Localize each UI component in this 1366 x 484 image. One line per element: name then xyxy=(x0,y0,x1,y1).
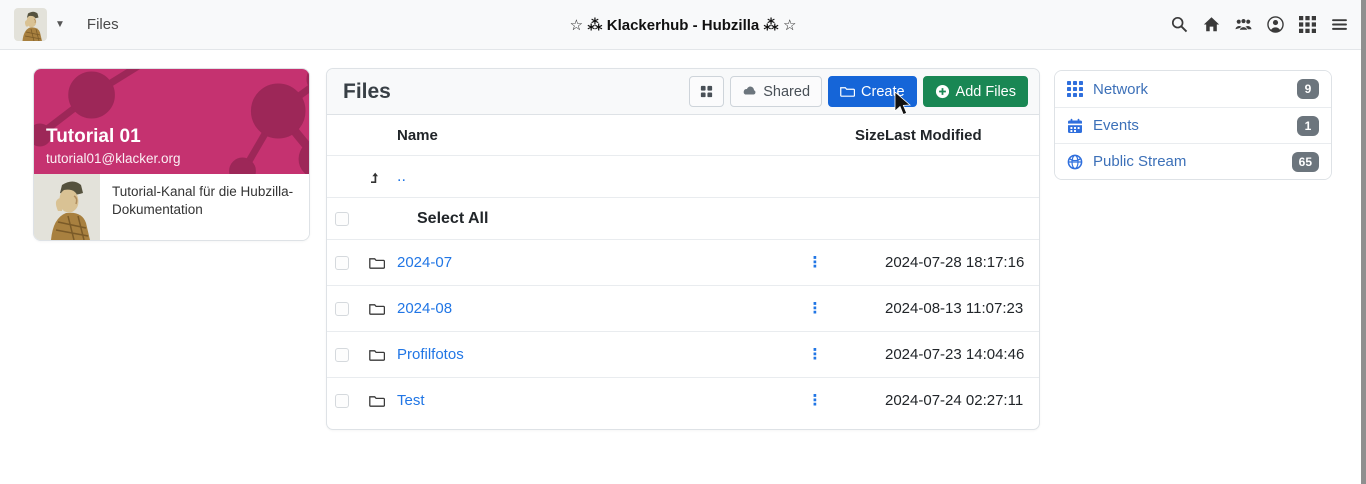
files-panel: Files Shared Create Add Files Name Size … xyxy=(326,68,1040,430)
file-modified: 2024-07-23 14:04:46 xyxy=(885,346,1025,363)
profile-card: Tutorial 01 tutorial01@klacker.org Tutor… xyxy=(33,68,310,241)
network-count-badge: 9 xyxy=(1297,79,1319,99)
folder-icon xyxy=(369,395,385,407)
column-modified: Last Modified xyxy=(885,126,982,144)
home-icon[interactable] xyxy=(1203,16,1220,33)
left-sidebar: Tutorial 01 tutorial01@klacker.org Tutor… xyxy=(33,68,310,241)
row-checkbox[interactable] xyxy=(335,347,349,362)
folder-link[interactable]: 2024-08 xyxy=(397,300,452,317)
profile-photo[interactable] xyxy=(34,174,100,240)
channel-name: Tutorial 01 xyxy=(46,126,141,148)
row-checkbox[interactable] xyxy=(335,301,349,316)
row-menu-icon[interactable]: ⋮ xyxy=(808,300,823,317)
sidebar-item-network[interactable]: Network 9 xyxy=(1055,71,1331,107)
globe-icon xyxy=(1067,154,1083,169)
folder-icon xyxy=(369,257,385,269)
menu-hamburger-icon[interactable] xyxy=(1331,16,1348,33)
file-row: 2024-07 ⋮ 2024-07-28 18:17:16 xyxy=(327,239,1039,285)
apps-grid-icon[interactable] xyxy=(1299,16,1316,33)
row-checkbox[interactable] xyxy=(335,255,349,270)
row-menu-icon[interactable]: ⋮ xyxy=(808,254,823,271)
current-app-label[interactable]: Files xyxy=(87,16,119,33)
parent-directory-link[interactable]: .. xyxy=(397,168,406,186)
right-sidebar: Network 9 Events 1 Public Stream 65 xyxy=(1054,70,1332,180)
files-title: Files xyxy=(343,79,391,103)
column-size: Size xyxy=(854,126,885,144)
channel-description: Tutorial-Kanal für die Hubzilla-Dokument… xyxy=(112,184,294,218)
file-row: 2024-08 ⋮ 2024-08-13 11:07:23 xyxy=(327,285,1039,331)
row-menu-icon[interactable]: ⋮ xyxy=(808,346,823,363)
sidebar-item-events[interactable]: Events 1 xyxy=(1055,107,1331,143)
folder-link[interactable]: 2024-07 xyxy=(397,254,452,271)
sidebar-item-label: Events xyxy=(1093,117,1139,134)
sidebar-item-public-stream[interactable]: Public Stream 65 xyxy=(1055,143,1331,179)
notifications-list: Network 9 Events 1 Public Stream 65 xyxy=(1054,70,1332,180)
page-scrollbar[interactable] xyxy=(1361,0,1366,484)
events-count-badge: 1 xyxy=(1297,115,1319,136)
view-grid-button[interactable] xyxy=(689,76,725,107)
row-menu-icon[interactable]: ⋮ xyxy=(808,392,823,409)
channel-avatar[interactable] xyxy=(14,8,47,41)
public-stream-count-badge: 65 xyxy=(1291,151,1319,172)
create-button-label: Create xyxy=(861,83,905,100)
files-table-header: Name Size Last Modified xyxy=(327,115,1039,155)
shared-button[interactable]: Shared xyxy=(730,76,823,107)
select-all-row: Select All xyxy=(327,197,1039,239)
file-row: Profilfotos ⋮ 2024-07-23 14:04:46 xyxy=(327,331,1039,377)
channel-avatar-image xyxy=(14,8,47,41)
parent-directory-row: .. xyxy=(327,155,1039,197)
files-section: Files Shared Create Add Files Name Size … xyxy=(326,68,1040,430)
search-icon[interactable] xyxy=(1171,16,1188,33)
site-title: ☆ ⁂ Klackerhub - Hubzilla ⁂ ☆ xyxy=(569,16,797,34)
folder-link[interactable]: Test xyxy=(397,392,425,409)
network-grid-icon xyxy=(1067,81,1083,97)
select-all-label: Select All xyxy=(417,209,489,227)
file-modified: 2024-08-13 11:07:23 xyxy=(885,300,1024,317)
sidebar-item-label: Public Stream xyxy=(1093,153,1187,170)
calendar-icon xyxy=(1068,118,1082,133)
create-button[interactable]: Create xyxy=(828,76,917,107)
level-up-icon xyxy=(371,172,378,183)
add-files-button-label: Add Files xyxy=(955,83,1016,100)
column-name: Name xyxy=(397,126,438,144)
file-modified: 2024-07-24 02:27:11 xyxy=(885,392,1024,409)
plus-circle-icon xyxy=(935,84,949,99)
profile-photo-image xyxy=(34,174,100,240)
folder-icon xyxy=(369,303,385,315)
group-icon[interactable] xyxy=(1235,16,1252,33)
shared-button-label: Shared xyxy=(763,83,811,100)
file-modified: 2024-07-28 18:17:16 xyxy=(885,254,1025,271)
add-files-button[interactable]: Add Files xyxy=(922,76,1028,107)
file-row: Test ⋮ 2024-07-24 02:27:11 xyxy=(327,377,1039,423)
row-checkbox[interactable] xyxy=(335,393,349,408)
folder-icon xyxy=(369,349,385,361)
channel-dropdown-caret-icon[interactable]: ▼ xyxy=(55,19,65,30)
account-icon[interactable] xyxy=(1267,16,1284,33)
folder-icon xyxy=(840,87,856,97)
grid-view-icon xyxy=(701,85,713,98)
cloud-icon xyxy=(743,86,756,95)
select-all-checkbox[interactable] xyxy=(335,211,349,226)
channel-address: tutorial01@klacker.org xyxy=(46,151,181,166)
folder-link[interactable]: Profilfotos xyxy=(397,346,464,363)
profile-card-cover: Tutorial 01 tutorial01@klacker.org xyxy=(34,69,309,174)
sidebar-item-label: Network xyxy=(1093,80,1149,98)
top-navbar: ▼ Files ☆ ⁂ Klackerhub - Hubzilla ⁂ ☆ xyxy=(0,0,1366,50)
